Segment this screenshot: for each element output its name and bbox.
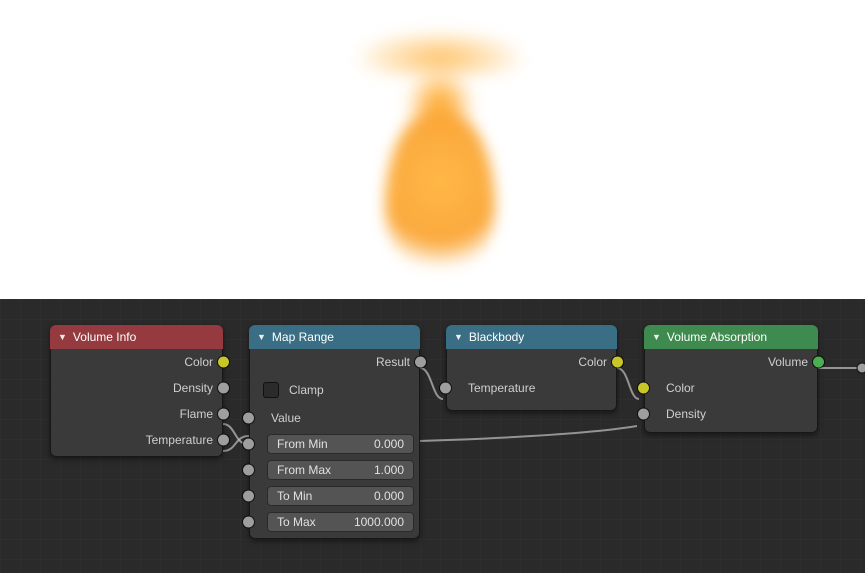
clamp-label: Clamp <box>289 383 324 397</box>
input-color[interactable]: Color <box>644 375 818 401</box>
collapse-icon[interactable]: ▼ <box>58 332 67 342</box>
node-title: Volume Absorption <box>667 330 767 344</box>
field-from-max-row: From Max 1.000 <box>249 457 420 483</box>
output-flame[interactable]: Flame <box>50 401 223 427</box>
node-header[interactable]: ▼ Map Range <box>249 325 420 349</box>
node-title: Map Range <box>272 330 334 344</box>
input-value[interactable]: Value <box>249 405 420 431</box>
clamp-checkbox[interactable] <box>263 382 279 398</box>
field-to-max-row: To Max 1000.000 <box>249 509 420 535</box>
output-result[interactable]: Result <box>249 349 420 375</box>
clamp-checkbox-row[interactable]: Clamp <box>249 375 420 405</box>
node-title: Volume Info <box>73 330 136 344</box>
field-from-max[interactable]: From Max 1.000 <box>267 460 414 480</box>
output-volume[interactable]: Volume <box>644 349 818 375</box>
collapse-icon[interactable]: ▼ <box>454 332 463 342</box>
field-to-max[interactable]: To Max 1000.000 <box>267 512 414 532</box>
node-editor[interactable]: ▼ Volume Info Color Density Flame Temper… <box>0 299 865 573</box>
rendered-volume-preview <box>350 25 530 285</box>
output-density[interactable]: Density <box>50 375 223 401</box>
input-temperature[interactable]: Temperature <box>446 375 617 401</box>
node-header[interactable]: ▼ Volume Info <box>50 325 223 349</box>
collapse-icon[interactable]: ▼ <box>652 332 661 342</box>
node-title: Blackbody <box>469 330 524 344</box>
node-volume-absorption[interactable]: ▼ Volume Absorption Volume Color Density <box>644 325 818 433</box>
output-color[interactable]: Color <box>446 349 617 375</box>
field-from-min[interactable]: From Min 0.000 <box>267 434 414 454</box>
output-color[interactable]: Color <box>50 349 223 375</box>
field-to-min[interactable]: To Min 0.000 <box>267 486 414 506</box>
render-viewport <box>0 0 865 299</box>
node-header[interactable]: ▼ Blackbody <box>446 325 617 349</box>
field-from-min-row: From Min 0.000 <box>249 431 420 457</box>
node-blackbody[interactable]: ▼ Blackbody Color Temperature <box>446 325 617 411</box>
input-density[interactable]: Density <box>644 401 818 427</box>
field-to-min-row: To Min 0.000 <box>249 483 420 509</box>
node-header[interactable]: ▼ Volume Absorption <box>644 325 818 349</box>
collapse-icon[interactable]: ▼ <box>257 332 266 342</box>
node-volume-info[interactable]: ▼ Volume Info Color Density Flame Temper… <box>50 325 223 457</box>
output-temperature[interactable]: Temperature <box>50 427 223 453</box>
node-map-range[interactable]: ▼ Map Range Result Clamp Value From Min … <box>249 325 420 539</box>
